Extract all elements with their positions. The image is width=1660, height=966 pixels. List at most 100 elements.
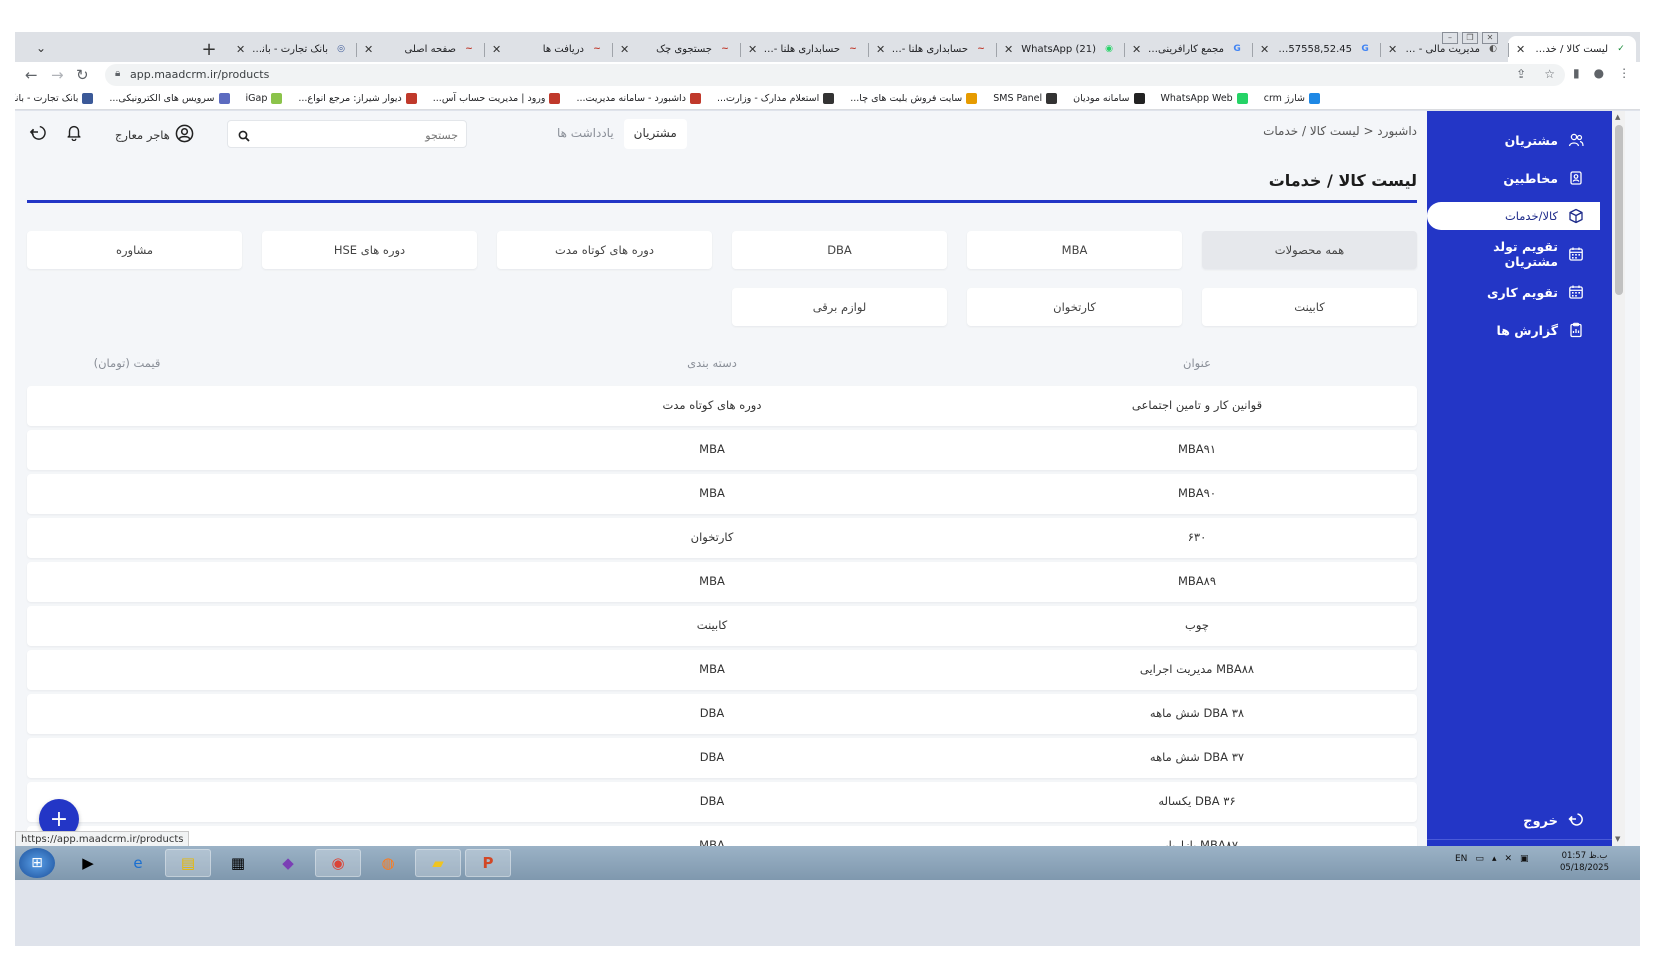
- tray-expand-icon[interactable]: ▴: [1492, 854, 1497, 864]
- browser-tab[interactable]: G مجمع کارآفرینی و نو... ✕: [1124, 36, 1253, 62]
- table-row[interactable]: DBA ۳۸ شش ماهه DBA: [27, 694, 1417, 734]
- browser-tab[interactable]: ~ جستجوی چک ✕: [612, 36, 741, 62]
- back-arrow-icon[interactable]: ←: [25, 66, 38, 84]
- category-filter-short-courses[interactable]: دوره های کوتاه مدت: [497, 231, 712, 269]
- exit-icon[interactable]: [29, 123, 47, 145]
- browser-tab[interactable]: ~ صفحه اصلی ✕: [356, 36, 485, 62]
- minimize-icon[interactable]: –: [1442, 32, 1458, 44]
- category-filter-electrical[interactable]: لوازم برقی: [732, 288, 947, 326]
- tab-close-icon[interactable]: ✕: [1132, 43, 1141, 56]
- tab-close-icon[interactable]: ✕: [876, 43, 885, 56]
- reload-icon[interactable]: ↻: [76, 66, 89, 84]
- bookmark-item[interactable]: داشبورد - سامانه مدیریت...: [576, 93, 701, 104]
- search-icon[interactable]: [238, 127, 250, 146]
- browser-tab[interactable]: G 29.657558,52.45... ✕: [1252, 36, 1381, 62]
- sidepanel-icon[interactable]: ▮: [1573, 66, 1580, 80]
- breadcrumb[interactable]: داشبورد < لیست کالا / خدمات: [1263, 124, 1417, 138]
- search-input[interactable]: [268, 126, 458, 144]
- start-button[interactable]: ⊞: [19, 848, 55, 878]
- category-filter-all[interactable]: همه محصولات: [1202, 231, 1417, 269]
- tab-close-icon[interactable]: ✕: [748, 43, 757, 56]
- media-player-icon[interactable]: ▶: [65, 849, 111, 877]
- bookmark-item[interactable]: بانک تجارت - بانکداری ای...: [15, 93, 94, 104]
- bookmark-item[interactable]: شارژ crm: [1264, 93, 1320, 104]
- bookmark-item[interactable]: ورود | مدیریت حساب آس...: [433, 93, 561, 104]
- browser-tab[interactable]: ◎ بانک تجارت - بانکداری... ✕: [228, 36, 357, 62]
- sidebar-item[interactable]: مخاطبین: [1447, 164, 1592, 192]
- bookmark-item[interactable]: استعلام مدارک - وزارت...: [717, 93, 835, 104]
- table-row[interactable]: چوب کابینت: [27, 606, 1417, 646]
- table-row[interactable]: MBA۸۸ مدیریت اجرایی MBA: [27, 650, 1417, 690]
- browser-tab[interactable]: ◉ (21) WhatsApp ✕: [996, 36, 1125, 62]
- scroll-down-icon[interactable]: ▼: [1615, 835, 1620, 843]
- table-row[interactable]: DBA ۳۶ یکساله DBA: [27, 782, 1417, 822]
- logout-button[interactable]: خروج: [1523, 811, 1584, 831]
- browser-tab[interactable]: ~ حسابداری هلنا - صور... ✕: [868, 36, 997, 62]
- forward-arrow-icon[interactable]: →: [51, 66, 64, 84]
- header-tab-customers[interactable]: مشتریان: [623, 119, 687, 149]
- table-row[interactable]: قوانین کار و تامین اجتماعی دوره های کوتاه…: [27, 386, 1417, 426]
- table-row[interactable]: MBA۸۷ بازاریابی MBA: [27, 826, 1417, 846]
- tab-close-icon[interactable]: ✕: [492, 43, 501, 56]
- close-window-icon[interactable]: ✕: [1482, 32, 1498, 44]
- bookmark-item[interactable]: WhatsApp Web: [1161, 93, 1248, 104]
- tab-close-icon[interactable]: ✕: [1004, 43, 1013, 56]
- category-filter-cabinet[interactable]: کابینت: [1202, 288, 1417, 326]
- sticky-notes-icon[interactable]: ▰: [415, 849, 461, 877]
- tab-close-icon[interactable]: ✕: [620, 43, 629, 56]
- profile-icon[interactable]: ●: [1594, 66, 1604, 80]
- internet-explorer-icon[interactable]: e: [115, 849, 161, 877]
- bookmark-item[interactable]: دیوار شیراز: مرجع انواع...: [298, 93, 417, 104]
- category-filter-hse[interactable]: دوره های HSE: [262, 231, 477, 269]
- tab-close-icon[interactable]: ✕: [364, 43, 373, 56]
- scrollbar-thumb[interactable]: [1615, 125, 1623, 295]
- header-tab-notes[interactable]: یادداشت ها: [547, 119, 624, 149]
- tab-search-chevron-icon[interactable]: ⌄: [30, 38, 52, 58]
- menu-kebab-icon[interactable]: ⋮: [1618, 66, 1630, 80]
- bookmark-item[interactable]: iGap: [246, 93, 283, 104]
- tab-close-icon[interactable]: ✕: [1388, 43, 1397, 56]
- volume-muted-icon[interactable]: ✕: [1504, 854, 1512, 864]
- sidebar-item[interactable]: کالا/خدمات: [1427, 202, 1600, 230]
- firefox-icon[interactable]: ◍: [365, 849, 411, 877]
- file-explorer-icon[interactable]: ▤: [165, 849, 211, 877]
- table-row[interactable]: ۶۳۰ کارتخوان: [27, 518, 1417, 558]
- bell-icon[interactable]: [65, 123, 83, 145]
- share-icon[interactable]: ⇪: [1516, 67, 1526, 81]
- visual-studio-icon[interactable]: ◆: [265, 849, 311, 877]
- clock[interactable]: 01:57 ب.ظ 05/18/2025: [1560, 850, 1609, 874]
- table-row[interactable]: MBA۹۱ MBA: [27, 430, 1417, 470]
- table-row[interactable]: MBA۹۰ MBA: [27, 474, 1417, 514]
- sidebar-item[interactable]: تقویم کاری: [1447, 278, 1592, 306]
- bookmark-item[interactable]: سرویس های الکترونیکی...: [109, 93, 230, 104]
- table-row[interactable]: DBA ۳۷ شش ماهه DBA: [27, 738, 1417, 778]
- bookmark-item[interactable]: سامانه مودیان: [1073, 93, 1145, 104]
- bookmark-item[interactable]: سایت فروش بلیت های چا...: [850, 93, 978, 104]
- user-menu[interactable]: هاجر معارج: [115, 124, 194, 146]
- category-filter-card-reader[interactable]: کارتخوان: [967, 288, 1182, 326]
- page-scrollbar[interactable]: ▲ ▼: [1612, 111, 1625, 846]
- category-filter-consulting[interactable]: مشاوره: [27, 231, 242, 269]
- sidebar-item[interactable]: تقویم تولد مشتریان: [1447, 239, 1592, 269]
- bookmark-star-icon[interactable]: ☆: [1544, 67, 1555, 81]
- chrome-icon[interactable]: ◉: [315, 849, 361, 877]
- network-icon[interactable]: ▣: [1520, 854, 1529, 864]
- address-bar[interactable]: 🔒︎ app.maadcrm.ir/products ⇪ ☆: [105, 64, 1565, 86]
- tab-close-icon[interactable]: ✕: [1260, 43, 1269, 56]
- bookmark-item[interactable]: SMS Panel: [993, 93, 1058, 104]
- table-row[interactable]: MBA۸۹ MBA: [27, 562, 1417, 602]
- restore-icon[interactable]: ❐: [1462, 32, 1478, 44]
- keyboard-icon[interactable]: ▭: [1475, 854, 1484, 864]
- browser-tab[interactable]: ~ دریافت ها ✕: [484, 36, 613, 62]
- category-filter-dba[interactable]: DBA: [732, 231, 947, 269]
- category-filter-mba[interactable]: MBA: [967, 231, 1182, 269]
- powerpoint-icon[interactable]: P: [465, 849, 511, 877]
- tab-close-icon[interactable]: ✕: [236, 43, 245, 56]
- browser-tab[interactable]: ✓ لیست کالا / خدمات ✕: [1508, 36, 1636, 62]
- sidebar-item[interactable]: مشتریان: [1447, 126, 1592, 154]
- language-indicator[interactable]: EN: [1455, 854, 1467, 864]
- calculator-icon[interactable]: ▦: [215, 849, 261, 877]
- new-tab-button[interactable]: +: [196, 36, 222, 62]
- browser-tab[interactable]: ~ حسابداری هلنا - صور... ✕: [740, 36, 869, 62]
- sidebar-item[interactable]: گزارش ها: [1447, 316, 1592, 344]
